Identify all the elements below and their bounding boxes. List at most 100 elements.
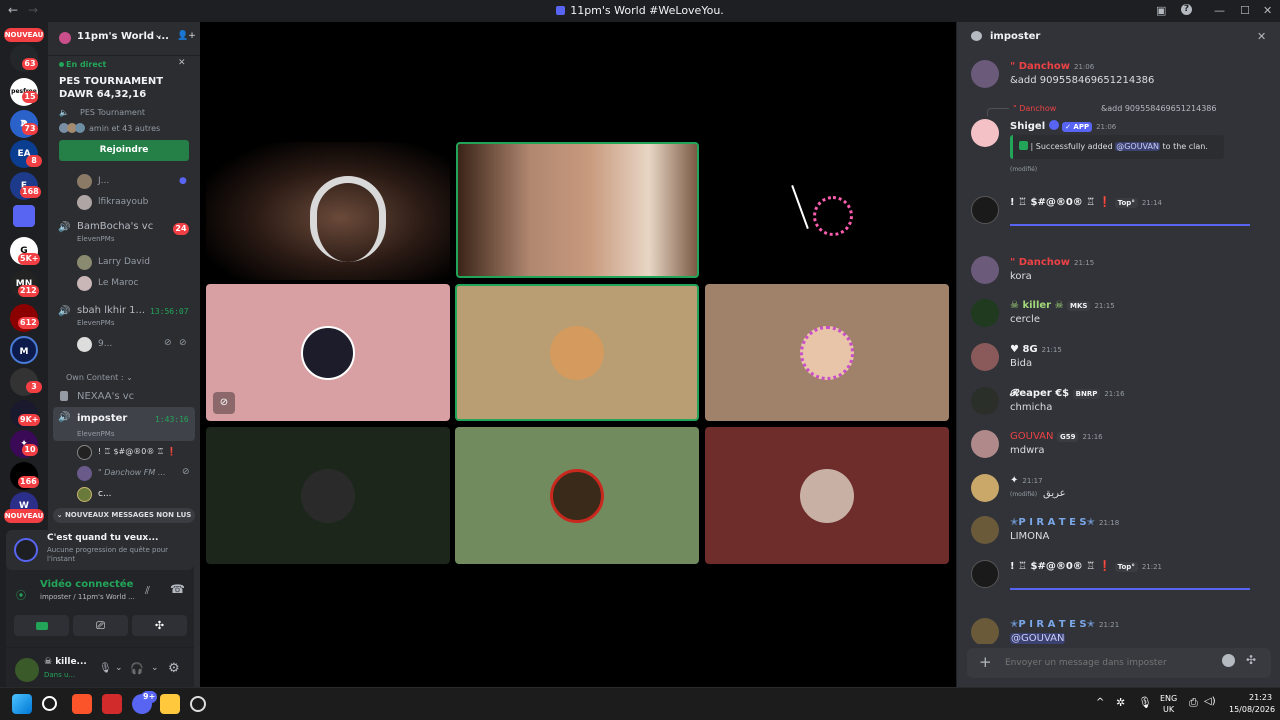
voice-member[interactable]: lfikraayoub — [56, 193, 196, 213]
clock-time[interactable]: 21:23 — [1249, 693, 1272, 702]
emoji-icon[interactable] — [1222, 654, 1235, 667]
tray-icon[interactable]: ✲ — [1116, 696, 1125, 709]
category-own-content[interactable]: Own Content : ⌄ — [66, 373, 133, 382]
network-icon[interactable]: ⎙ — [1189, 696, 1198, 710]
message-text: chmicha — [1010, 402, 1053, 413]
mention-badge: 612 — [18, 317, 39, 329]
avatar[interactable] — [971, 474, 999, 502]
mention[interactable]: @GOUVAN — [1115, 142, 1160, 151]
voice-member[interactable]: 9... ⊘ ⊘ — [56, 335, 196, 355]
author-name[interactable]: 𝓡eaper €$ BNRP 21:16 — [1010, 388, 1125, 399]
avatar[interactable] — [971, 516, 999, 544]
file-explorer-icon[interactable] — [160, 694, 180, 714]
microphone-icon[interactable]: 🎙 — [99, 663, 112, 674]
minimize-button[interactable]: — — [1214, 4, 1225, 17]
avatar[interactable] — [971, 256, 999, 284]
invite-icon[interactable]: 👤+ — [177, 31, 196, 41]
headphones-icon[interactable]: 🎧 — [130, 662, 144, 675]
author-name[interactable]: " Danchow 21:06 — [1010, 61, 1094, 72]
help-icon[interactable]: ? — [1181, 4, 1192, 15]
author-name[interactable]: " Danchow 21:15 — [1010, 257, 1094, 268]
voice-member[interactable]: " Danchow FM ... ⊘ — [56, 464, 196, 484]
apps-icon[interactable]: ✣ — [1246, 653, 1256, 667]
voice-channel-bambocha[interactable]: 🔊 BamBocha's vc ElevenPMs 24 — [56, 220, 196, 246]
close-icon[interactable]: ✕ — [1257, 30, 1266, 43]
user-avatar[interactable] — [15, 658, 39, 682]
chevron-down-icon[interactable]: ⌄ — [115, 663, 123, 673]
screen-share-button[interactable]: ⎚ — [73, 615, 128, 636]
chevron-down-icon[interactable]: ⌄ — [154, 28, 163, 41]
noise-suppression-icon[interactable]: ⫽ — [145, 584, 150, 598]
video-tile-3[interactable] — [705, 142, 949, 280]
author-name[interactable]: ! ♖ $#@®0® ♖ ❗ Top° 21:21 — [1010, 561, 1162, 572]
search-icon[interactable] — [42, 696, 57, 711]
gear-icon[interactable]: ⚙ — [168, 661, 180, 676]
author-name[interactable]: ✭P I R A T E S✭ 21:21 — [1010, 619, 1119, 630]
voice-member[interactable]: Le Maroc — [56, 274, 196, 294]
settings-icon[interactable] — [190, 696, 206, 712]
reply-text[interactable]: &add 909558469651214386 — [1101, 104, 1216, 113]
author-name[interactable]: ☠ killer ☠ MKS 21:15 — [1010, 300, 1115, 311]
author-name[interactable]: Shigel ✓ APP 21:06 — [1010, 120, 1116, 132]
language-indicator[interactable]: ENG — [1160, 694, 1177, 703]
avatar[interactable] — [971, 560, 999, 588]
start-icon[interactable] — [12, 694, 32, 714]
video-tile-1[interactable] — [206, 142, 450, 280]
avatar[interactable] — [971, 430, 999, 458]
activities-button[interactable]: ✣ — [132, 615, 187, 636]
video-tile-8[interactable] — [455, 427, 699, 564]
microphone-icon[interactable]: 🎙 — [1138, 696, 1152, 709]
tag: MKS — [1067, 301, 1091, 311]
mention[interactable]: @GOUVAN — [1010, 633, 1066, 644]
avatar[interactable] — [971, 343, 999, 371]
inbox-icon[interactable]: ▣ — [1156, 4, 1166, 17]
maximize-button[interactable]: ☐ — [1240, 4, 1250, 17]
clock-date[interactable]: 15/08/2026 — [1229, 705, 1275, 714]
avatar[interactable] — [971, 119, 999, 147]
folder-icon[interactable] — [13, 205, 35, 227]
brave-icon[interactable] — [72, 694, 92, 714]
add-attachment-icon[interactable]: + — [979, 653, 992, 671]
tray-chevron-icon[interactable]: ^ — [1096, 697, 1104, 708]
join-event-button[interactable]: Rejoindre — [59, 140, 189, 161]
author-name[interactable]: ♥ 8G 21:15 — [1010, 344, 1062, 355]
camera-button[interactable] — [14, 615, 69, 636]
volume-icon[interactable]: ◁) — [1204, 696, 1216, 707]
server-header[interactable]: 11pm's World ... ⌄ 👤+ — [48, 22, 200, 56]
voice-channel-imposter[interactable]: 🔊 imposter ElevenPMs 1:43:16 — [53, 407, 195, 441]
message-input[interactable] — [1005, 654, 1205, 672]
voice-member[interactable]: ! ♖ $#@®0® ♖ ❗ — [56, 443, 196, 463]
video-tile-speaking[interactable] — [456, 142, 699, 278]
new-servers-pill[interactable]: NOUVEAU — [4, 509, 44, 523]
close-window-button[interactable]: ✕ — [1263, 4, 1272, 17]
close-icon[interactable]: ✕ — [178, 58, 186, 68]
voice-location[interactable]: imposter / 11pm's World ... — [40, 593, 135, 601]
new-messages-pill[interactable]: ⌄ NOUVEAUX MESSAGES NON LUS — [53, 508, 195, 523]
video-tile-5[interactable] — [455, 284, 699, 421]
author-name[interactable]: ! ♖ $#@®0® ♖ ❗ Top° 21:14 — [1010, 197, 1162, 208]
voice-member[interactable]: c... — [56, 485, 196, 505]
author-name[interactable]: ✦ 21:17 — [1010, 475, 1043, 486]
video-tile-4[interactable]: ⊘ — [206, 284, 450, 421]
disconnect-icon[interactable]: ☎ — [170, 582, 185, 596]
quest-card[interactable]: C'est quand tu veux... Aucune progressio… — [6, 530, 194, 570]
video-tile-7[interactable] — [206, 427, 450, 564]
voice-channel-sbah[interactable]: 🔊 sbah lkhir 1... ElevenPMs 13:56:07 — [56, 304, 196, 330]
new-servers-pill[interactable]: NOUVEAU — [4, 28, 44, 42]
reply-author[interactable]: " Danchow — [1013, 104, 1056, 113]
voice-channel-nexaa[interactable]: NEXAA's vc — [56, 388, 196, 408]
avatar[interactable] — [971, 196, 999, 224]
chevron-down-icon[interactable]: ⌄ — [151, 663, 159, 673]
avatar[interactable] — [971, 387, 999, 415]
avatar[interactable] — [971, 618, 999, 644]
voice-member[interactable]: Larry David — [56, 253, 196, 273]
server-icon-9[interactable]: M — [10, 336, 38, 364]
avatar[interactable] — [971, 299, 999, 327]
video-tile-6[interactable] — [705, 284, 949, 421]
voice-member[interactable]: J... ● — [56, 172, 196, 192]
author-name[interactable]: ✭P I R A T E S✭ 21:18 — [1010, 517, 1119, 528]
author-name[interactable]: GOUVAN G59 21:16 — [1010, 431, 1103, 442]
app-icon[interactable] — [102, 694, 122, 714]
video-tile-9[interactable] — [705, 427, 949, 564]
avatar[interactable] — [971, 60, 999, 88]
